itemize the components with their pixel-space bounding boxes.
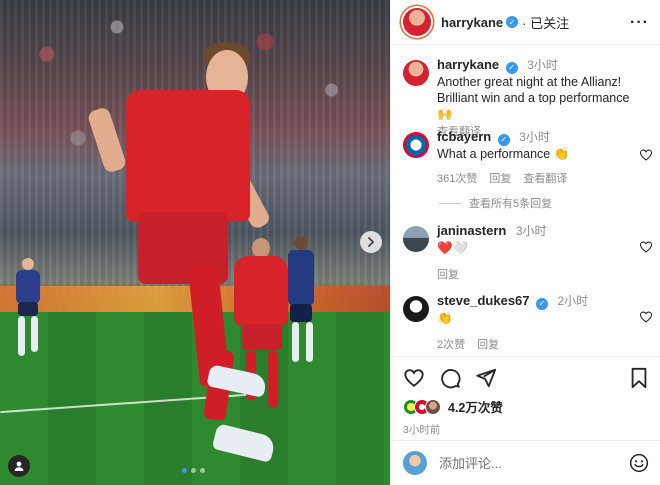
janinastern-avatar[interactable] [403,226,429,252]
follow-status[interactable]: · 已关注 [522,13,569,32]
verified-badge-icon: ✓ [536,297,548,310]
comment-reply-link[interactable]: 回复 [437,266,459,282]
caption-username[interactable]: harrykane [437,57,499,72]
emoji-icon[interactable] [629,453,649,473]
comment-like-heart-icon[interactable] [639,310,653,324]
comment-time: 3小时 [519,130,550,144]
more-options-icon[interactable]: ··· [630,14,649,32]
fcbayern-avatar[interactable] [403,132,429,158]
comment-like-heart-icon[interactable] [639,148,653,162]
comment-translate-link[interactable]: 查看翻译 [523,170,567,186]
carousel-dot [200,468,205,473]
chevron-right-icon [368,237,374,247]
replies-divider [439,202,461,204]
verified-badge-icon: ✓ [497,133,510,146]
post-header: harrykane ✓ · 已关注 ··· [391,0,660,45]
next-photo-button[interactable] [360,231,382,253]
steve-dukes67-avatar[interactable] [403,296,429,322]
post-photo[interactable] [0,0,390,485]
carousel-dot [191,468,196,473]
comment-text: 👏 [437,311,453,325]
comment-reply-link[interactable]: 回复 [477,336,499,351]
posted-time: 3小时前 [403,424,441,436]
view-replies-label: 查看所有5条回复 [469,198,553,210]
post-side-panel: harrykane ✓ · 已关注 ··· harrykane ✓ 3小时 An… [390,0,660,485]
view-all-replies-link[interactable]: 查看所有5条回复 [439,195,552,211]
comment-text: ❤️🤍 [437,241,469,255]
comment-text: What a performance 👏 [437,147,570,161]
likes-summary[interactable]: 4.2万次赞 [403,397,649,416]
comment-icon[interactable] [439,367,461,389]
share-icon[interactable] [475,367,497,389]
heart-icon[interactable] [403,367,425,389]
caption-time: 3小时 [527,58,558,72]
tagged-users-button[interactable] [8,455,30,477]
verified-badge-icon: ✓ [505,61,518,74]
liker-avatars [403,398,441,415]
comment-time: 3小时 [515,224,547,238]
carousel-indicator [182,468,205,473]
likes-count: 4.2万次赞 [448,401,503,415]
comment-username[interactable]: fcbayern [437,129,491,144]
add-comment-bar [391,440,660,485]
carousel-dot [182,468,187,473]
bookmark-icon[interactable] [629,367,649,389]
author-avatar[interactable] [403,8,431,36]
caption-text: Another great night at the Allianz! Bril… [437,75,630,121]
liker-avatar [425,398,441,415]
comment-time: 2小时 [557,294,589,308]
comments-list: harrykane ✓ 3小时 Another great night at t… [391,46,660,351]
comment-likes[interactable]: 2次赞 [437,336,465,351]
comment-input[interactable] [439,455,609,471]
author-username[interactable]: harrykane [441,15,503,30]
post-actions: 4.2万次赞 3小时前 [391,356,660,437]
user-icon [14,461,24,471]
caption-avatar[interactable] [403,60,429,86]
comment-likes[interactable]: 361次赞 [437,170,477,186]
comment-username[interactable]: steve_dukes67 [437,293,530,308]
comment-reply-link[interactable]: 回复 [489,170,511,186]
current-user-avatar [403,451,427,475]
verified-badge-icon: ✓ [506,16,519,28]
comment-username[interactable]: janinastern [437,223,506,238]
comment-like-heart-icon[interactable] [639,240,653,254]
instagram-post: harrykane ✓ · 已关注 ··· harrykane ✓ 3小时 An… [0,0,660,485]
